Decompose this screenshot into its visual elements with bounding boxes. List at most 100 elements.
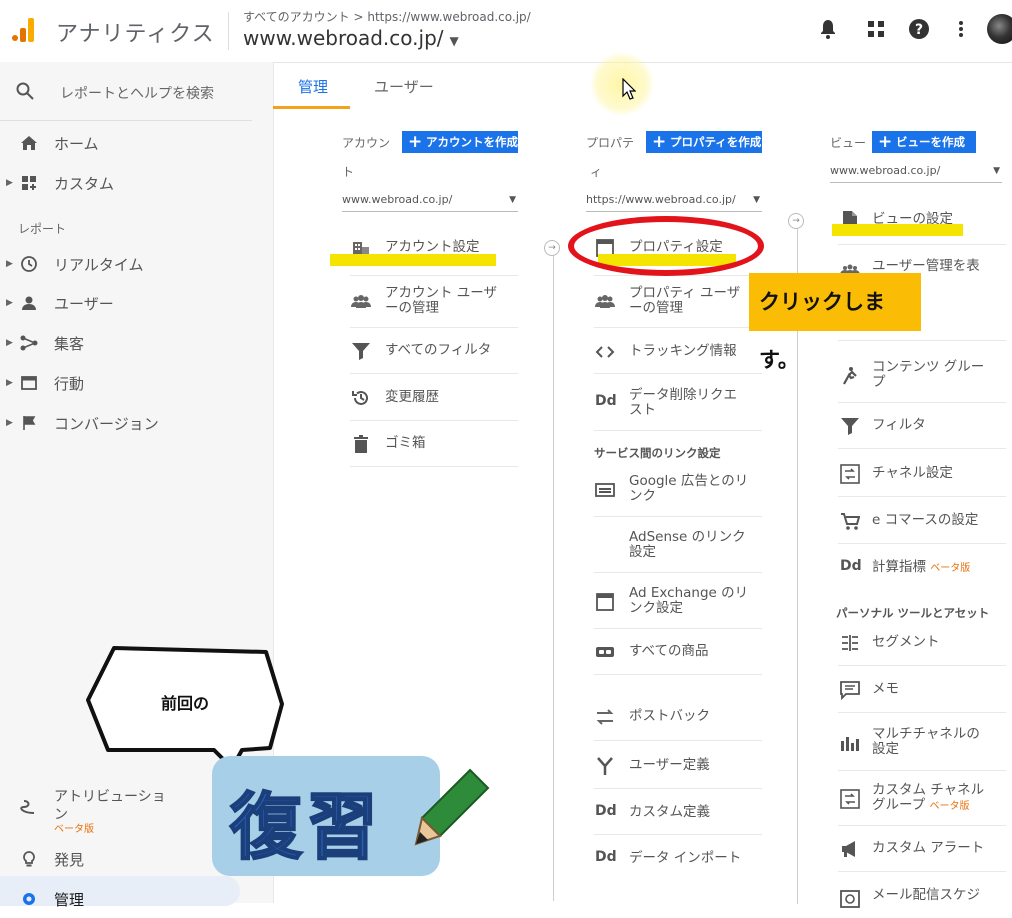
bell-icon[interactable] [817,18,839,40]
divider [594,373,762,374]
svg-text:?: ? [915,22,923,38]
sidebar-item-label: アトリビューショ [54,789,166,805]
item-label: データ インポート [629,850,742,866]
item-label: セグメント [872,634,940,650]
sidebar-item-label: リアルタイム [54,256,144,274]
lightbulb-icon [23,851,35,867]
item-label: 変更履歴 [385,389,439,405]
window-icon [21,376,37,390]
property-column-head-2: ィ [590,165,603,179]
item-label: アカウント設定 [385,239,480,255]
item-label: トラッキング情報 [629,343,737,359]
yellow-highlight [832,224,963,236]
sidebar-item-realtime[interactable]: ▶ リアルタイム [0,247,273,283]
megaphone-icon [842,841,855,857]
selected-value: https://www.webroad.co.jp/ [586,193,736,206]
item-label: フィルタ [872,417,926,433]
ads-icon [595,483,615,497]
sidebar-item-custom[interactable]: ▶ カスタム [0,166,273,202]
sidebar-item-conversion[interactable]: ▶ コンバージョン [0,406,273,442]
item-label: カスタム定義 [629,804,710,820]
search-placeholder: レポートとヘルプを検索 [60,86,214,102]
sidebar-item-behavior[interactable]: ▶ 行動 [0,366,273,402]
selected-value: www.webroad.co.jp/ [830,164,941,177]
create-property-button[interactable]: + プロパティを作成 [646,131,762,153]
flag-icon [23,416,36,430]
view-column-head: ビュー [830,136,867,150]
sidebar-search[interactable]: レポートとヘルプを検索 [0,62,252,121]
divider [838,340,1006,341]
item-label: アカウント ユーザ [385,285,498,301]
column-divider [553,256,554,901]
button-label: プロパティを作成 [670,135,762,149]
sidebar-item-admin[interactable]: 管理 [0,882,273,918]
mouse-cursor-icon [622,78,636,100]
channel-icon [840,464,860,484]
item-label: プロパティ ユーザ [629,285,741,301]
person-icon [22,296,36,310]
sidebar-item-home[interactable]: ホーム [0,126,273,162]
cart-icon [841,513,860,530]
item-label: e コマースの設定 [872,512,979,528]
create-account-button[interactable]: + アカウントを作成 [402,131,518,153]
attribution-icon [20,800,35,814]
divider [838,712,1006,713]
item-label: すべての商品 [629,643,709,659]
beta-badge: ベータ版 [929,801,970,812]
apps-grid-icon[interactable] [865,18,887,40]
item-label: すべてのフィルタ [385,342,492,358]
sidebar-item-users[interactable]: ▶ ユーザー [0,286,273,322]
avatar[interactable] [987,14,1012,44]
sidebar-item-label: ホーム [54,135,99,153]
item-label: 設定 [872,741,899,757]
divider [350,466,518,467]
site-name: www.webroad.co.jp/ [243,26,444,50]
help-icon[interactable]: ? [908,18,930,40]
sidebar-item-label: カスタム [54,175,115,193]
divider [838,496,1006,497]
account-column-head-2: ト [342,165,355,179]
arrow-right-circle-icon: → [788,213,804,229]
item-label: ユーザー定義 [629,757,710,773]
view-select[interactable]: www.webroad.co.jp/ ▼ [830,164,1002,183]
tab-admin[interactable]: 管理 [298,76,328,97]
item-label: 計算指標 [872,559,926,575]
sidebar-item-label: コンバージョン [54,415,159,433]
caret-down-icon: ▼ [449,34,459,48]
people-icon [351,295,371,308]
plus-icon: + [878,132,893,152]
sidebar-item-acquisition[interactable]: ▶ 集客 [0,326,273,362]
breadcrumb[interactable]: すべてのアカウント > https://www.webroad.co.jp/ [243,8,531,25]
dd-icon: Dd [595,849,617,865]
analytics-logo-icon[interactable] [10,16,38,44]
swap-icon [596,709,614,725]
property-select[interactable]: https://www.webroad.co.jp/ ▼ [586,193,762,212]
fork-icon [597,757,613,775]
expand-arrow-icon: ▶ [6,338,13,348]
item-label: Ad Exchange のリ [629,585,749,601]
arrow-right-circle-icon: → [544,240,560,256]
account-select[interactable]: www.webroad.co.jp/ ▼ [342,193,518,212]
divider [838,871,1006,872]
account-selector[interactable]: www.webroad.co.jp/ ▼ [243,26,459,50]
memo-icon [840,681,860,700]
selected-value: www.webroad.co.jp/ [342,193,453,206]
item-label: マルチチャネルの [872,726,980,742]
sidebar-item-label: 発見 [54,851,85,869]
item-label: ンク [629,488,656,504]
expand-arrow-icon: ▶ [6,259,13,269]
divider [594,430,762,431]
divider [594,834,762,835]
dashboard-icon [22,176,36,190]
click-callout: クリックします。 [749,273,921,372]
person-run-icon [843,367,857,385]
item-label: メール配信スケジ [872,887,980,903]
more-vert-icon[interactable] [950,18,972,40]
filter-icon [352,343,370,360]
filter-icon [841,418,859,435]
item-label: コンテンツ グルー [872,359,985,375]
create-view-button[interactable]: + ビューを作成 [872,131,976,153]
divider [838,244,1006,245]
tab-users[interactable]: ユーザー [374,76,434,97]
trash-icon [354,435,368,453]
